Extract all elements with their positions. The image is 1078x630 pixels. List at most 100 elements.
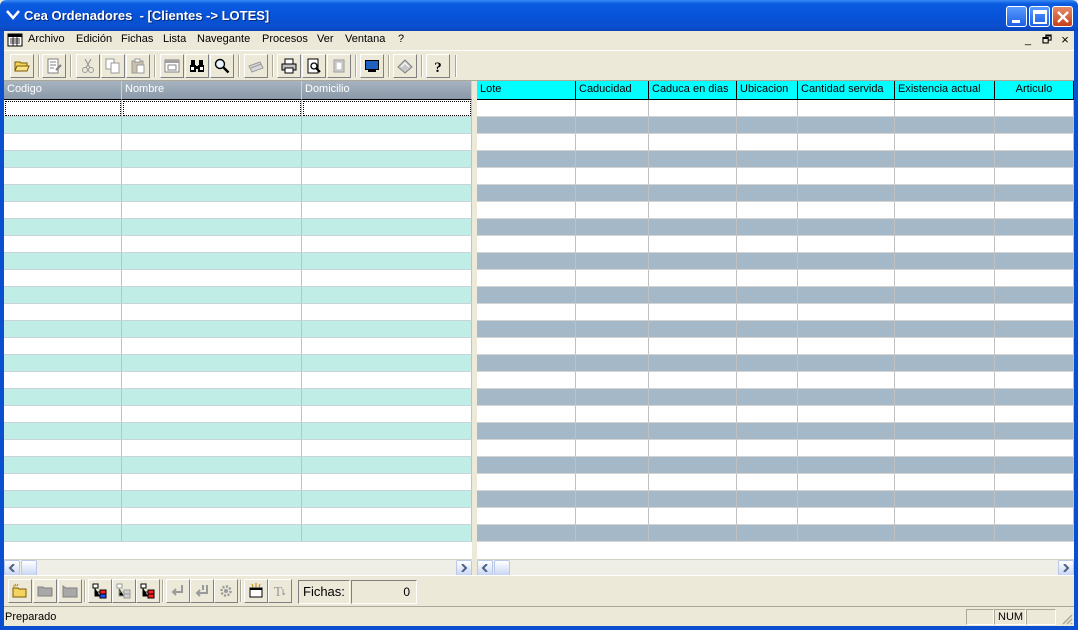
table-row[interactable] xyxy=(4,423,472,440)
table-cell[interactable] xyxy=(122,168,302,185)
column-header-existencia-actual[interactable]: Existencia actual xyxy=(895,81,995,100)
eraser-button[interactable] xyxy=(393,54,417,78)
table-cell[interactable] xyxy=(649,151,737,168)
lotes-grid[interactable]: Lote Caducidad Caduca en dias Ubicacion … xyxy=(477,81,1074,559)
table-row[interactable] xyxy=(4,440,472,457)
table-cell[interactable] xyxy=(895,253,995,270)
table-cell[interactable] xyxy=(4,287,122,304)
table-cell[interactable] xyxy=(122,508,302,525)
table-cell[interactable] xyxy=(649,117,737,134)
menu-fichas[interactable]: Fichas xyxy=(121,33,153,45)
table-cell[interactable] xyxy=(995,219,1074,236)
table-cell[interactable] xyxy=(737,491,798,508)
table-cell[interactable] xyxy=(477,457,576,474)
close-button[interactable] xyxy=(1052,6,1073,27)
table-row[interactable] xyxy=(477,287,1074,304)
table-cell[interactable] xyxy=(895,389,995,406)
help-button[interactable]: ? xyxy=(426,54,450,78)
table-cell[interactable] xyxy=(122,491,302,508)
table-cell[interactable] xyxy=(737,151,798,168)
table-cell[interactable] xyxy=(649,406,737,423)
table-cell[interactable] xyxy=(4,321,122,338)
table-cell[interactable] xyxy=(649,185,737,202)
table-row[interactable] xyxy=(477,236,1074,253)
scroll-thumb[interactable] xyxy=(21,560,37,576)
table-cell[interactable] xyxy=(576,270,649,287)
table-cell[interactable] xyxy=(576,287,649,304)
table-cell[interactable] xyxy=(649,457,737,474)
table-cell[interactable] xyxy=(995,117,1074,134)
table-cell[interactable] xyxy=(477,168,576,185)
column-header-nombre[interactable]: Nombre xyxy=(122,81,302,100)
table-cell[interactable] xyxy=(995,372,1074,389)
table-cell[interactable] xyxy=(737,185,798,202)
table-cell[interactable] xyxy=(477,304,576,321)
table-cell[interactable] xyxy=(995,151,1074,168)
table-cell[interactable] xyxy=(302,457,472,474)
table-row[interactable] xyxy=(4,304,472,321)
table-cell[interactable] xyxy=(649,236,737,253)
table-row[interactable] xyxy=(477,117,1074,134)
table-cell[interactable] xyxy=(4,338,122,355)
table-row[interactable] xyxy=(4,508,472,525)
edit-record-button[interactable] xyxy=(42,54,66,78)
table-row[interactable] xyxy=(477,525,1074,542)
table-cell[interactable] xyxy=(477,389,576,406)
table-cell[interactable] xyxy=(302,372,472,389)
table-cell[interactable] xyxy=(4,134,122,151)
table-cell[interactable] xyxy=(576,219,649,236)
table-cell[interactable] xyxy=(737,474,798,491)
table-cell[interactable] xyxy=(4,372,122,389)
page-setup-button[interactable] xyxy=(327,54,351,78)
table-cell[interactable] xyxy=(995,491,1074,508)
table-row[interactable] xyxy=(477,202,1074,219)
table-cell[interactable] xyxy=(995,287,1074,304)
scroll-right-button[interactable] xyxy=(456,560,472,576)
table-cell[interactable] xyxy=(4,491,122,508)
menu-procesos[interactable]: Procesos xyxy=(262,33,308,45)
table-cell[interactable] xyxy=(737,389,798,406)
menu-lista[interactable]: Lista xyxy=(163,33,186,45)
table-cell[interactable] xyxy=(798,287,895,304)
table-row[interactable] xyxy=(477,185,1074,202)
table-cell[interactable] xyxy=(477,491,576,508)
table-cell[interactable] xyxy=(737,440,798,457)
menu-help[interactable]: ? xyxy=(398,33,404,45)
table-cell[interactable] xyxy=(798,236,895,253)
table-cell[interactable] xyxy=(302,117,472,134)
table-cell[interactable] xyxy=(4,219,122,236)
table-row[interactable] xyxy=(4,457,472,474)
table-cell[interactable] xyxy=(649,270,737,287)
table-cell[interactable] xyxy=(649,474,737,491)
table-cell[interactable] xyxy=(122,151,302,168)
table-row[interactable] xyxy=(4,338,472,355)
window-menu-chevron-icon[interactable] xyxy=(6,8,20,22)
table-cell[interactable] xyxy=(302,321,472,338)
table-cell[interactable] xyxy=(576,355,649,372)
table-cell[interactable] xyxy=(477,202,576,219)
table-cell[interactable] xyxy=(798,202,895,219)
table-row[interactable] xyxy=(4,202,472,219)
table-cell[interactable] xyxy=(649,168,737,185)
table-cell[interactable] xyxy=(122,525,302,542)
table-cell[interactable] xyxy=(4,389,122,406)
table-cell[interactable] xyxy=(576,406,649,423)
return-button[interactable] xyxy=(166,579,190,603)
table-cell[interactable] xyxy=(895,321,995,338)
table-cell[interactable] xyxy=(895,134,995,151)
table-cell[interactable] xyxy=(576,151,649,168)
table-cell[interactable] xyxy=(649,219,737,236)
table-row[interactable] xyxy=(477,134,1074,151)
table-cell[interactable] xyxy=(4,304,122,321)
new-window-button[interactable] xyxy=(244,579,268,603)
table-cell[interactable] xyxy=(798,474,895,491)
table-cell[interactable] xyxy=(737,253,798,270)
table-cell[interactable] xyxy=(895,508,995,525)
table-cell[interactable] xyxy=(576,508,649,525)
table-row[interactable] xyxy=(477,423,1074,440)
table-cell[interactable] xyxy=(737,525,798,542)
mdi-restore-button[interactable]: 🗗 xyxy=(1039,33,1055,47)
new-folder-button[interactable] xyxy=(8,579,32,603)
table-row[interactable] xyxy=(4,270,472,287)
table-cell[interactable] xyxy=(477,338,576,355)
